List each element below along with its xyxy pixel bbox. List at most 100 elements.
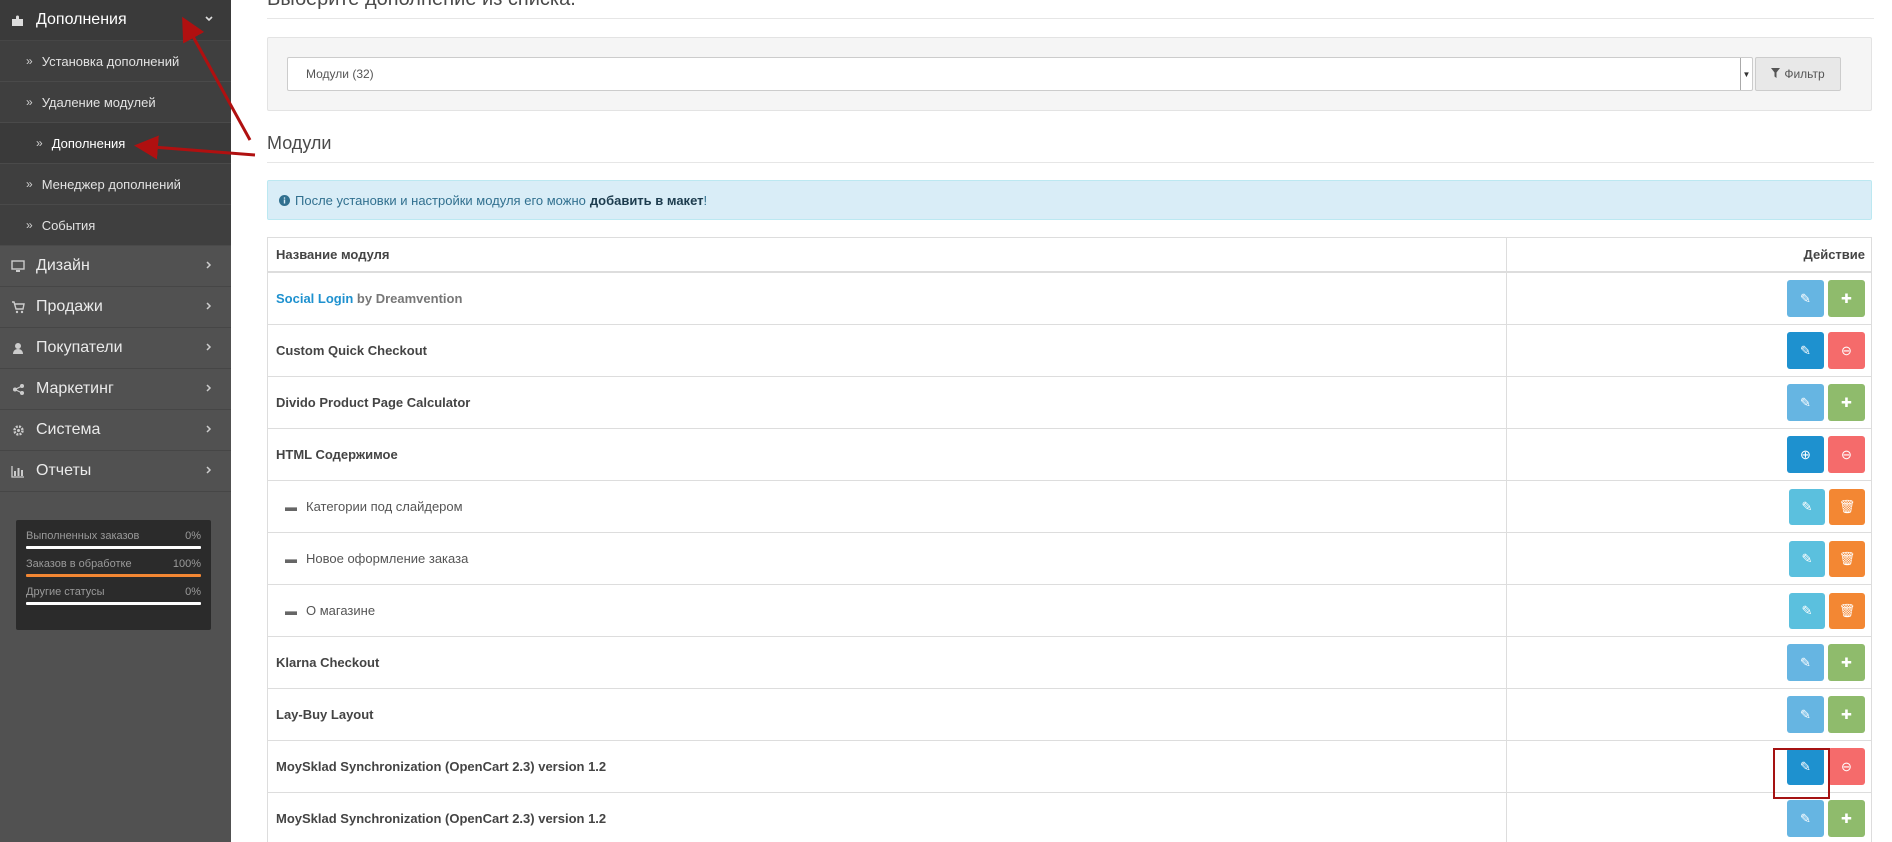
edit-button[interactable]: ✎: [1787, 696, 1824, 733]
install-button[interactable]: ✚: [1828, 696, 1865, 733]
chevron-down-icon: [204, 11, 214, 29]
stat-progress-bar: [26, 602, 201, 605]
alert-bold-link: добавить в макет: [589, 192, 704, 208]
minus-circle-icon: ⊖: [1841, 758, 1852, 774]
install-button[interactable]: ✚: [1828, 644, 1865, 681]
caret-down-icon: ▼: [1740, 58, 1752, 90]
minus-circle-icon: ⊖: [1841, 446, 1852, 462]
edit-button[interactable]: ✎: [1789, 540, 1825, 577]
row-actions: ✎ ✚: [1507, 637, 1871, 688]
bar-chart-icon: [9, 465, 27, 478]
sidebar-item-extensions[interactable]: » Дополнения: [0, 123, 231, 164]
sidebar-item-label: Установка дополнений: [41, 53, 180, 69]
uninstall-button[interactable]: ⊖: [1828, 436, 1865, 473]
edit-button[interactable]: ✎: [1787, 280, 1824, 317]
stat-value: 0%: [185, 530, 201, 542]
pencil-icon: ✎: [1800, 810, 1811, 826]
sidebar-item-extension-manager[interactable]: » Менеджер дополнений: [0, 164, 231, 205]
delete-button[interactable]: 🗑: [1829, 592, 1865, 629]
row-actions: ✎ ✚: [1507, 377, 1871, 428]
table-row: ▬ О магазине ✎ 🗑: [268, 584, 1871, 636]
menu-marketing[interactable]: Маркетинг: [0, 369, 231, 410]
menu-design[interactable]: Дизайн: [0, 246, 231, 287]
folder-open-icon: ▬: [285, 603, 297, 618]
chevron-right-icon: [204, 421, 214, 439]
select-value: Модули (32): [306, 67, 374, 81]
module-link[interactable]: Social Login: [276, 291, 353, 306]
module-name: Custom Quick Checkout: [268, 325, 1507, 376]
puzzle-icon: [9, 13, 27, 27]
filter-well: Модули (32) ▼ Фильтр: [267, 37, 1872, 111]
sidebar-item-label: События: [41, 217, 96, 233]
user-icon: [9, 342, 27, 355]
uninstall-button[interactable]: ⊖: [1828, 332, 1865, 369]
stat-other: Другие статусы 0%: [26, 586, 201, 605]
delete-button[interactable]: 🗑: [1829, 488, 1865, 525]
module-name: HTML Содержимое: [268, 429, 1507, 480]
install-button[interactable]: ✚: [1828, 280, 1865, 317]
table-row: Custom Quick Checkout ✎ ⊖: [268, 324, 1871, 376]
double-chevron-icon: »: [26, 95, 33, 109]
gear-icon: [9, 424, 27, 437]
module-name: ▬ Новое оформление заказа: [268, 533, 1507, 584]
edit-button[interactable]: ✎: [1787, 800, 1824, 837]
edit-button[interactable]: ✎: [1789, 488, 1825, 525]
trash-icon: 🗑: [1838, 602, 1856, 618]
pencil-icon: ✎: [1800, 654, 1811, 670]
filter-icon: [1771, 67, 1781, 81]
edit-button[interactable]: ✎: [1787, 332, 1824, 369]
pencil-icon: ✎: [1800, 394, 1811, 410]
delete-button[interactable]: 🗑: [1829, 540, 1865, 577]
divider: [267, 162, 1874, 163]
menu-reports[interactable]: Отчеты: [0, 451, 231, 492]
extension-type-select[interactable]: Модули (32) ▼: [287, 57, 1753, 91]
edit-button[interactable]: ✎: [1789, 592, 1825, 629]
module-name: Klarna Checkout: [268, 637, 1507, 688]
double-chevron-icon: »: [26, 54, 33, 68]
double-chevron-icon: »: [26, 218, 33, 232]
double-chevron-icon: »: [36, 136, 43, 150]
modules-table: Название модуля Действие Social Login by…: [267, 237, 1872, 842]
alert-end: !: [703, 192, 708, 208]
sidebar-item-label: Дополнения: [51, 135, 126, 151]
trash-icon: 🗑: [1838, 498, 1856, 514]
sidebar-item-label: Менеджер дополнений: [41, 176, 181, 192]
install-button[interactable]: ✚: [1828, 800, 1865, 837]
module-name: MoySklad Synchronization (OpenCart 2.3) …: [268, 741, 1507, 792]
stat-label: Выполненных заказов: [26, 530, 140, 542]
menu-label: Продажи: [36, 298, 103, 315]
edit-button[interactable]: ✎: [1787, 644, 1824, 681]
stat-value: 0%: [185, 586, 201, 598]
menu-label: Маркетинг: [36, 380, 114, 397]
sidebar-item-events[interactable]: » События: [0, 205, 231, 246]
edit-button[interactable]: ✎: [1787, 384, 1824, 421]
divider: [267, 18, 1874, 19]
cart-icon: [9, 300, 27, 314]
sidebar-item-uninstall-modules[interactable]: » Удаление модулей: [0, 82, 231, 123]
plus-icon: ✚: [1841, 290, 1852, 306]
order-stats-panel: Выполненных заказов 0% Заказов в обработк…: [16, 520, 211, 630]
menu-system[interactable]: Система: [0, 410, 231, 451]
install-button[interactable]: ✚: [1828, 384, 1865, 421]
table-row: MoySklad Synchronization (OpenCart 2.3) …: [268, 740, 1871, 792]
extensions-submenu: » Установка дополнений » Удаление модуле…: [0, 41, 231, 246]
module-name: Lay-Buy Layout: [268, 689, 1507, 740]
menu-extensions-label: Дополнения: [36, 11, 127, 28]
menu-sales[interactable]: Продажи: [0, 287, 231, 328]
column-header-name: Название модуля: [268, 238, 1507, 271]
chevron-right-icon: [204, 257, 214, 275]
module-instance-name: Категории под слайдером: [306, 499, 463, 514]
table-row: MoySklad Synchronization (OpenCart 2.3) …: [268, 792, 1871, 842]
table-row: Social Login by Dreamvention ✎ ✚: [268, 272, 1871, 324]
table-row: HTML Содержимое ⊕ ⊖: [268, 428, 1871, 480]
uninstall-button[interactable]: ⊖: [1828, 748, 1865, 785]
add-module-button[interactable]: ⊕: [1787, 436, 1824, 473]
module-name: ▬ О магазине: [268, 585, 1507, 636]
stat-progress-bar: [26, 574, 201, 577]
menu-extensions[interactable]: Дополнения: [0, 0, 231, 41]
table-row: Lay-Buy Layout ✎ ✚: [268, 688, 1871, 740]
menu-customers[interactable]: Покупатели: [0, 328, 231, 369]
sidebar-item-installer[interactable]: » Установка дополнений: [0, 41, 231, 82]
filter-button[interactable]: Фильтр: [1755, 57, 1841, 91]
menu-label: Отчеты: [36, 462, 92, 479]
